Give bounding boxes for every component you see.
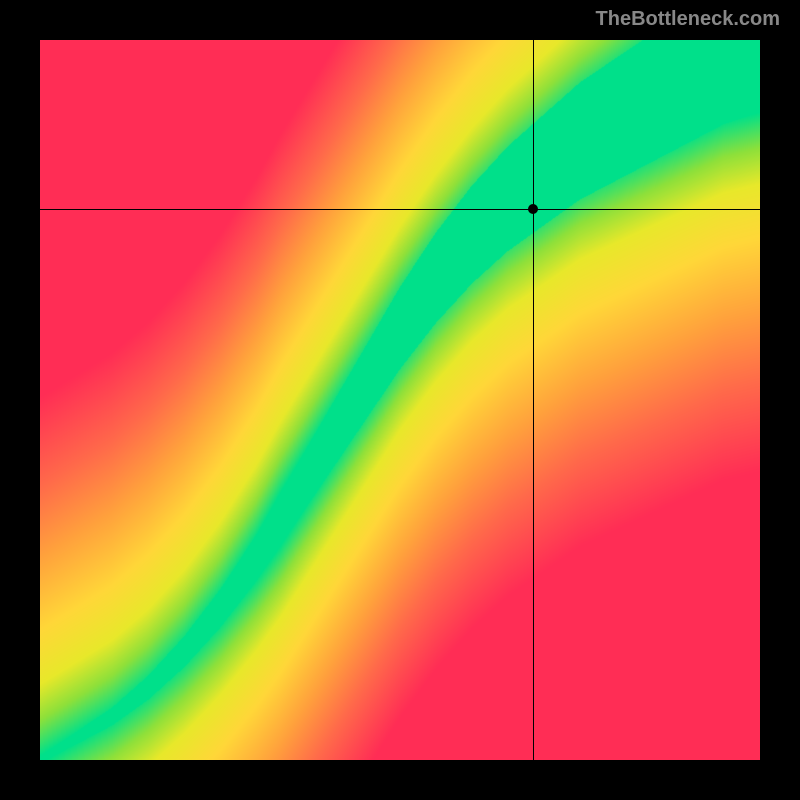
plot-area <box>40 40 760 760</box>
chart-container: TheBottleneck.com <box>0 0 800 800</box>
heatmap-canvas <box>40 40 760 760</box>
watermark-text: TheBottleneck.com <box>596 8 780 31</box>
marker-dot <box>528 204 538 214</box>
crosshair-horizontal <box>40 209 760 210</box>
crosshair-vertical <box>533 40 534 760</box>
